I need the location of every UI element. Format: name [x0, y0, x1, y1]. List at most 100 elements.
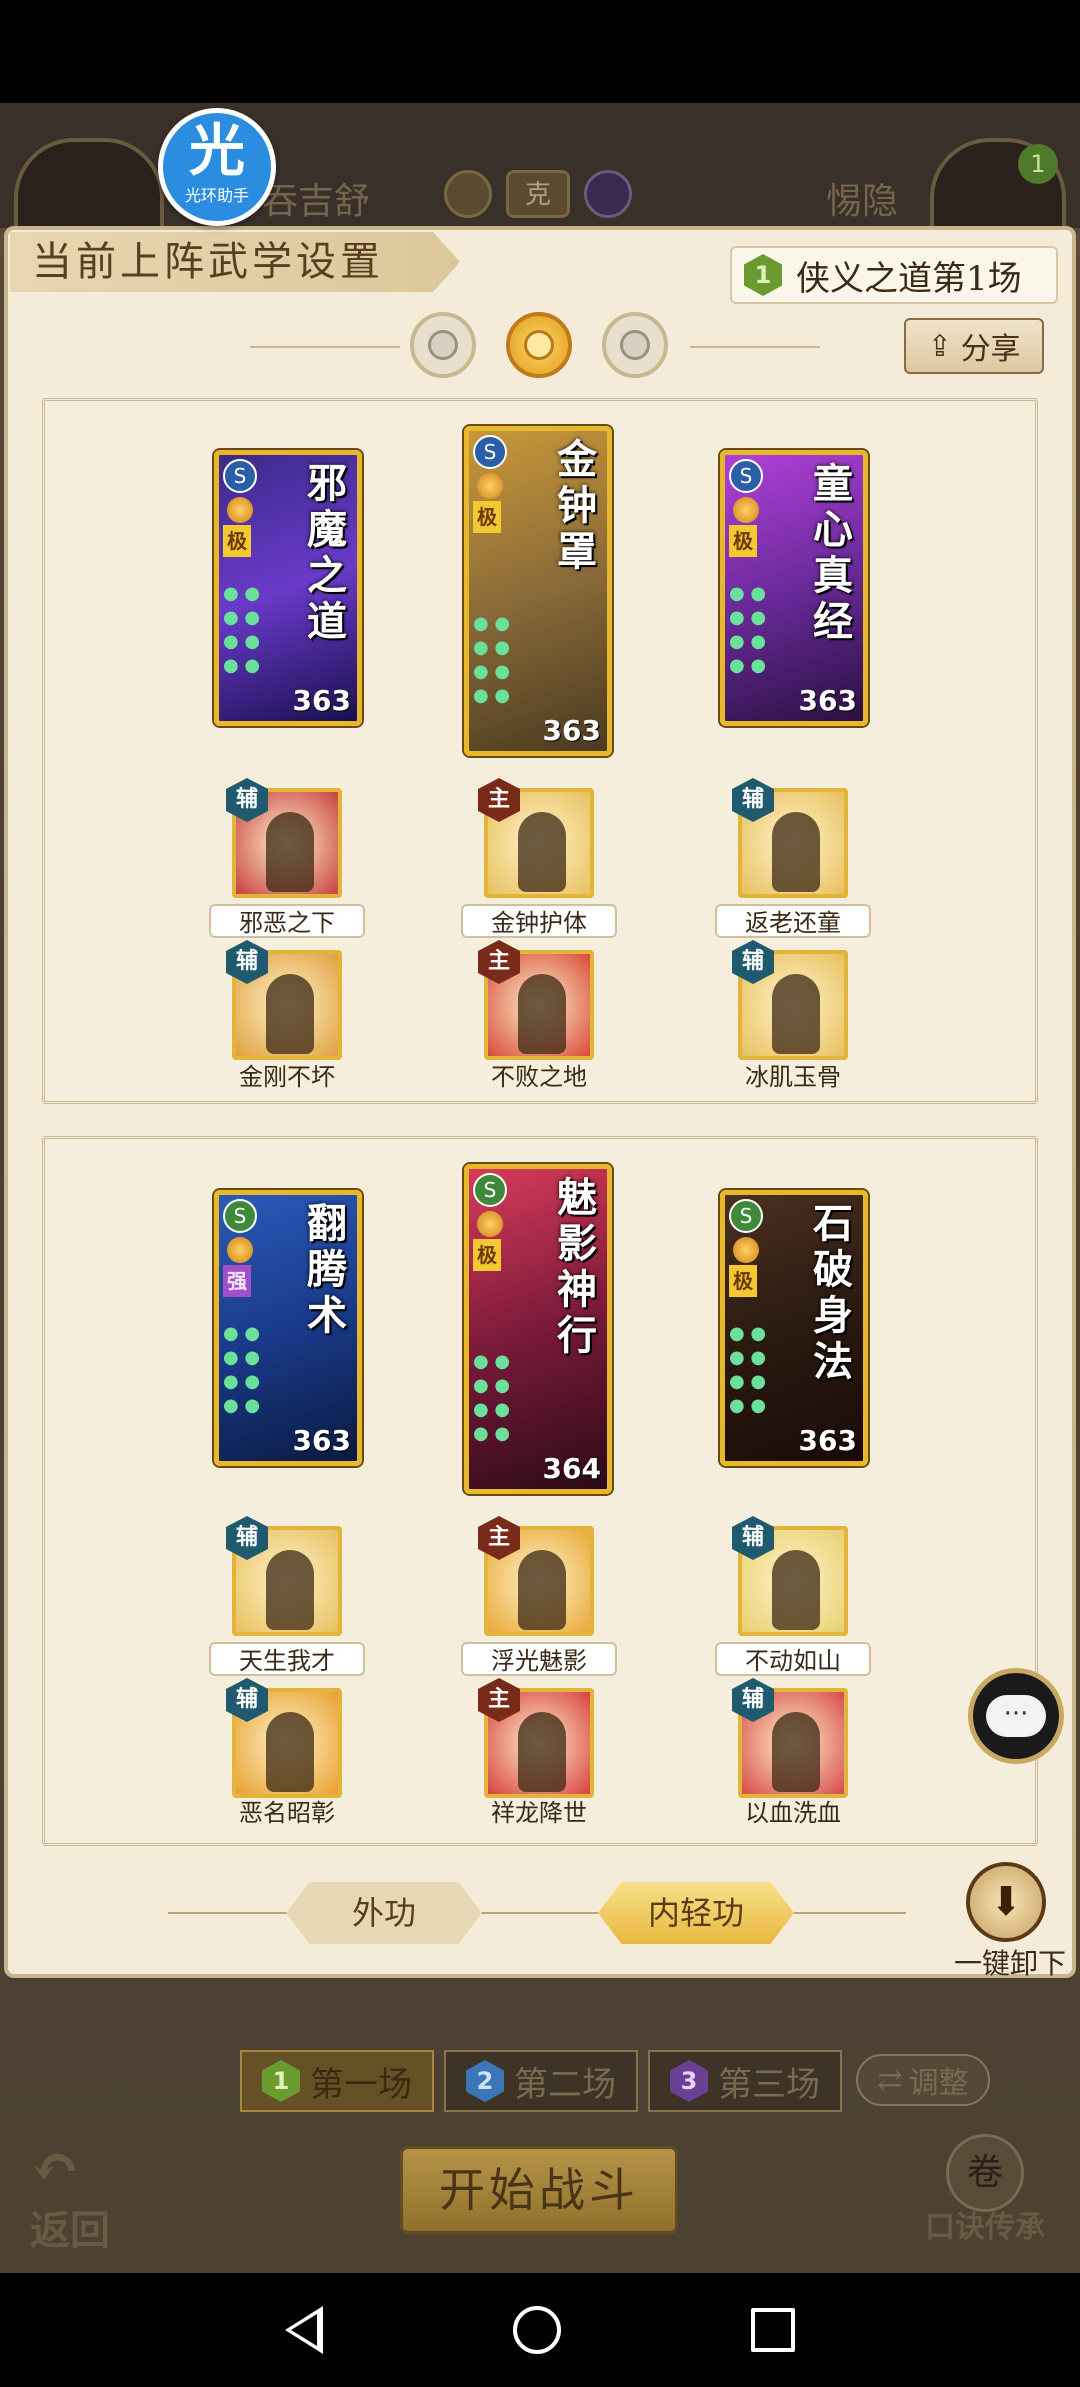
- card-power: 364: [542, 1452, 601, 1485]
- tabs-divider-right: [690, 346, 820, 348]
- pill-divider-left: [168, 1912, 288, 1914]
- skill-figure-icon: [266, 1550, 314, 1630]
- pill-divider-middle: [482, 1912, 598, 1914]
- unload-all-button[interactable]: ⬇: [966, 1862, 1046, 1942]
- martial-card[interactable]: S 极 魅影神行 ● ● ● ● ● ● ● ● 364: [464, 1164, 612, 1494]
- round-label: 第二场: [514, 2064, 616, 2105]
- matchup-icons: 克: [444, 170, 632, 218]
- share-label: 分享: [960, 332, 1021, 367]
- card-title: 邪魔之道: [307, 460, 347, 645]
- round-tab-1[interactable]: 1 第一场: [240, 2050, 434, 2112]
- back-label: 返回: [30, 2207, 110, 2254]
- battle-number-badge: 1: [744, 254, 782, 296]
- skill-figure-icon: [772, 1712, 820, 1792]
- card-title: 金钟罩: [557, 436, 597, 575]
- skill-figure-icon: [518, 812, 566, 892]
- sun-icon: [733, 1237, 759, 1263]
- card-type-icon: S: [223, 459, 257, 493]
- skill-figure-icon: [772, 1550, 820, 1630]
- share-icon: ⇪: [927, 328, 953, 364]
- card-grade: 极: [729, 525, 757, 557]
- nav-home-icon[interactable]: [513, 2306, 561, 2354]
- card-grade: 极: [473, 501, 501, 533]
- skill-figure-icon: [518, 1550, 566, 1630]
- tab-outer-skills[interactable]: 外功: [286, 1882, 482, 1944]
- martial-card[interactable]: S 极 童心真经 ● ● ● ● ● ● ● ● 363: [720, 450, 868, 726]
- martial-card[interactable]: S 极 邪魔之道 ● ● ● ● ● ● ● ● 363: [214, 450, 362, 726]
- skill-slot[interactable]: 主: [478, 1678, 594, 1798]
- player-left-avatar: [14, 138, 164, 238]
- skill-slot[interactable]: 主: [478, 940, 594, 1060]
- martial-card[interactable]: S 极 石破身法 ● ● ● ● ● ● ● ● 363: [720, 1190, 868, 1466]
- skill-label: 不动如山: [715, 1642, 871, 1676]
- chat-icon: ···: [986, 1695, 1046, 1737]
- skill-slot[interactable]: 主: [478, 1516, 594, 1636]
- skill-label: 不败之地: [491, 1063, 587, 1091]
- round-badge: 3: [670, 2060, 708, 2102]
- inherit-button[interactable]: 卷 口诀传承: [910, 2134, 1060, 2245]
- skill-slot[interactable]: 辅: [226, 940, 342, 1060]
- martial-card[interactable]: S 极 金钟罩 ● ● ● ● ● ● ● ● 363: [464, 426, 612, 756]
- card-stats: ● ● ● ● ● ● ● ●: [473, 613, 511, 706]
- moon-icon: [584, 170, 632, 218]
- helper-app-logo[interactable]: 光 光环助手: [158, 108, 276, 226]
- skill-figure-icon: [266, 1712, 314, 1792]
- skill-figure-icon: [518, 1712, 566, 1792]
- skill-slot[interactable]: 辅: [226, 1678, 342, 1798]
- card-stats: ● ● ● ● ● ● ● ●: [223, 1323, 261, 1416]
- card-grade: 极: [473, 1239, 501, 1271]
- status-bar: [0, 0, 1080, 103]
- round-tab-3[interactable]: 3 第三场: [648, 2050, 842, 2112]
- card-type-icon: S: [473, 435, 507, 469]
- card-title: 石破身法: [813, 1200, 853, 1385]
- back-button[interactable]: ↶ 返回: [30, 2138, 140, 2254]
- download-icon: ⬇: [989, 1879, 1023, 1925]
- card-power: 363: [292, 1424, 351, 1457]
- skill-figure-icon: [266, 974, 314, 1054]
- skill-slot[interactable]: 主: [478, 778, 594, 898]
- battle-label-text: 侠义之道第1场: [796, 258, 1022, 299]
- skill-label: 邪恶之下: [209, 904, 365, 938]
- nav-recents-icon[interactable]: [751, 2308, 795, 2352]
- nav-back-icon[interactable]: [285, 2306, 323, 2354]
- sun-icon: [227, 497, 253, 523]
- skill-slot[interactable]: 辅: [732, 1678, 848, 1798]
- adjust-button[interactable]: ⇄ 调整: [856, 2054, 990, 2106]
- skill-slot[interactable]: 辅: [226, 1516, 342, 1636]
- player-right-name: 惕隐: [826, 181, 899, 222]
- ring-icon: [620, 330, 650, 360]
- sun-icon: [444, 170, 492, 218]
- share-button[interactable]: ⇪ 分享: [904, 318, 1044, 374]
- martial-card[interactable]: S 强 翻腾术 ● ● ● ● ● ● ● ● 363: [214, 1190, 362, 1466]
- sun-icon: [227, 1237, 253, 1263]
- skill-slot[interactable]: 辅: [732, 778, 848, 898]
- pill-divider-right: [794, 1912, 906, 1914]
- tab-sun[interactable]: [506, 312, 572, 378]
- skill-slot[interactable]: 辅: [732, 1516, 848, 1636]
- skill-label: 恶名昭彰: [239, 1799, 335, 1827]
- helper-logo-text: 光环助手: [184, 186, 249, 205]
- sun-icon: [524, 330, 554, 360]
- card-title: 童心真经: [813, 460, 853, 645]
- tab-moon[interactable]: [410, 312, 476, 378]
- tabs-divider-left: [250, 346, 400, 348]
- sun-icon: [733, 497, 759, 523]
- start-battle-button[interactable]: 开始战斗: [400, 2146, 678, 2234]
- skill-figure-icon: [266, 812, 314, 892]
- skill-slot[interactable]: 辅: [732, 940, 848, 1060]
- skill-slot[interactable]: 辅: [226, 778, 342, 898]
- skill-figure-icon: [772, 812, 820, 892]
- skill-figure-icon: [772, 974, 820, 1054]
- tab-inner-skills[interactable]: 内轻功: [598, 1882, 794, 1944]
- round-tab-2[interactable]: 2 第二场: [444, 2050, 638, 2112]
- tab-ring[interactable]: [602, 312, 668, 378]
- counter-label: 克: [506, 170, 570, 218]
- card-stats: ● ● ● ● ● ● ● ●: [729, 583, 767, 676]
- unload-all-label: 一键卸下: [953, 1947, 1066, 1980]
- card-type-icon: S: [473, 1173, 507, 1207]
- skill-label: 金钟护体: [461, 904, 617, 938]
- chat-button[interactable]: ···: [968, 1668, 1064, 1764]
- card-grade: 极: [223, 525, 251, 557]
- card-grade: 极: [729, 1265, 757, 1297]
- card-title: 魅影神行: [557, 1174, 597, 1359]
